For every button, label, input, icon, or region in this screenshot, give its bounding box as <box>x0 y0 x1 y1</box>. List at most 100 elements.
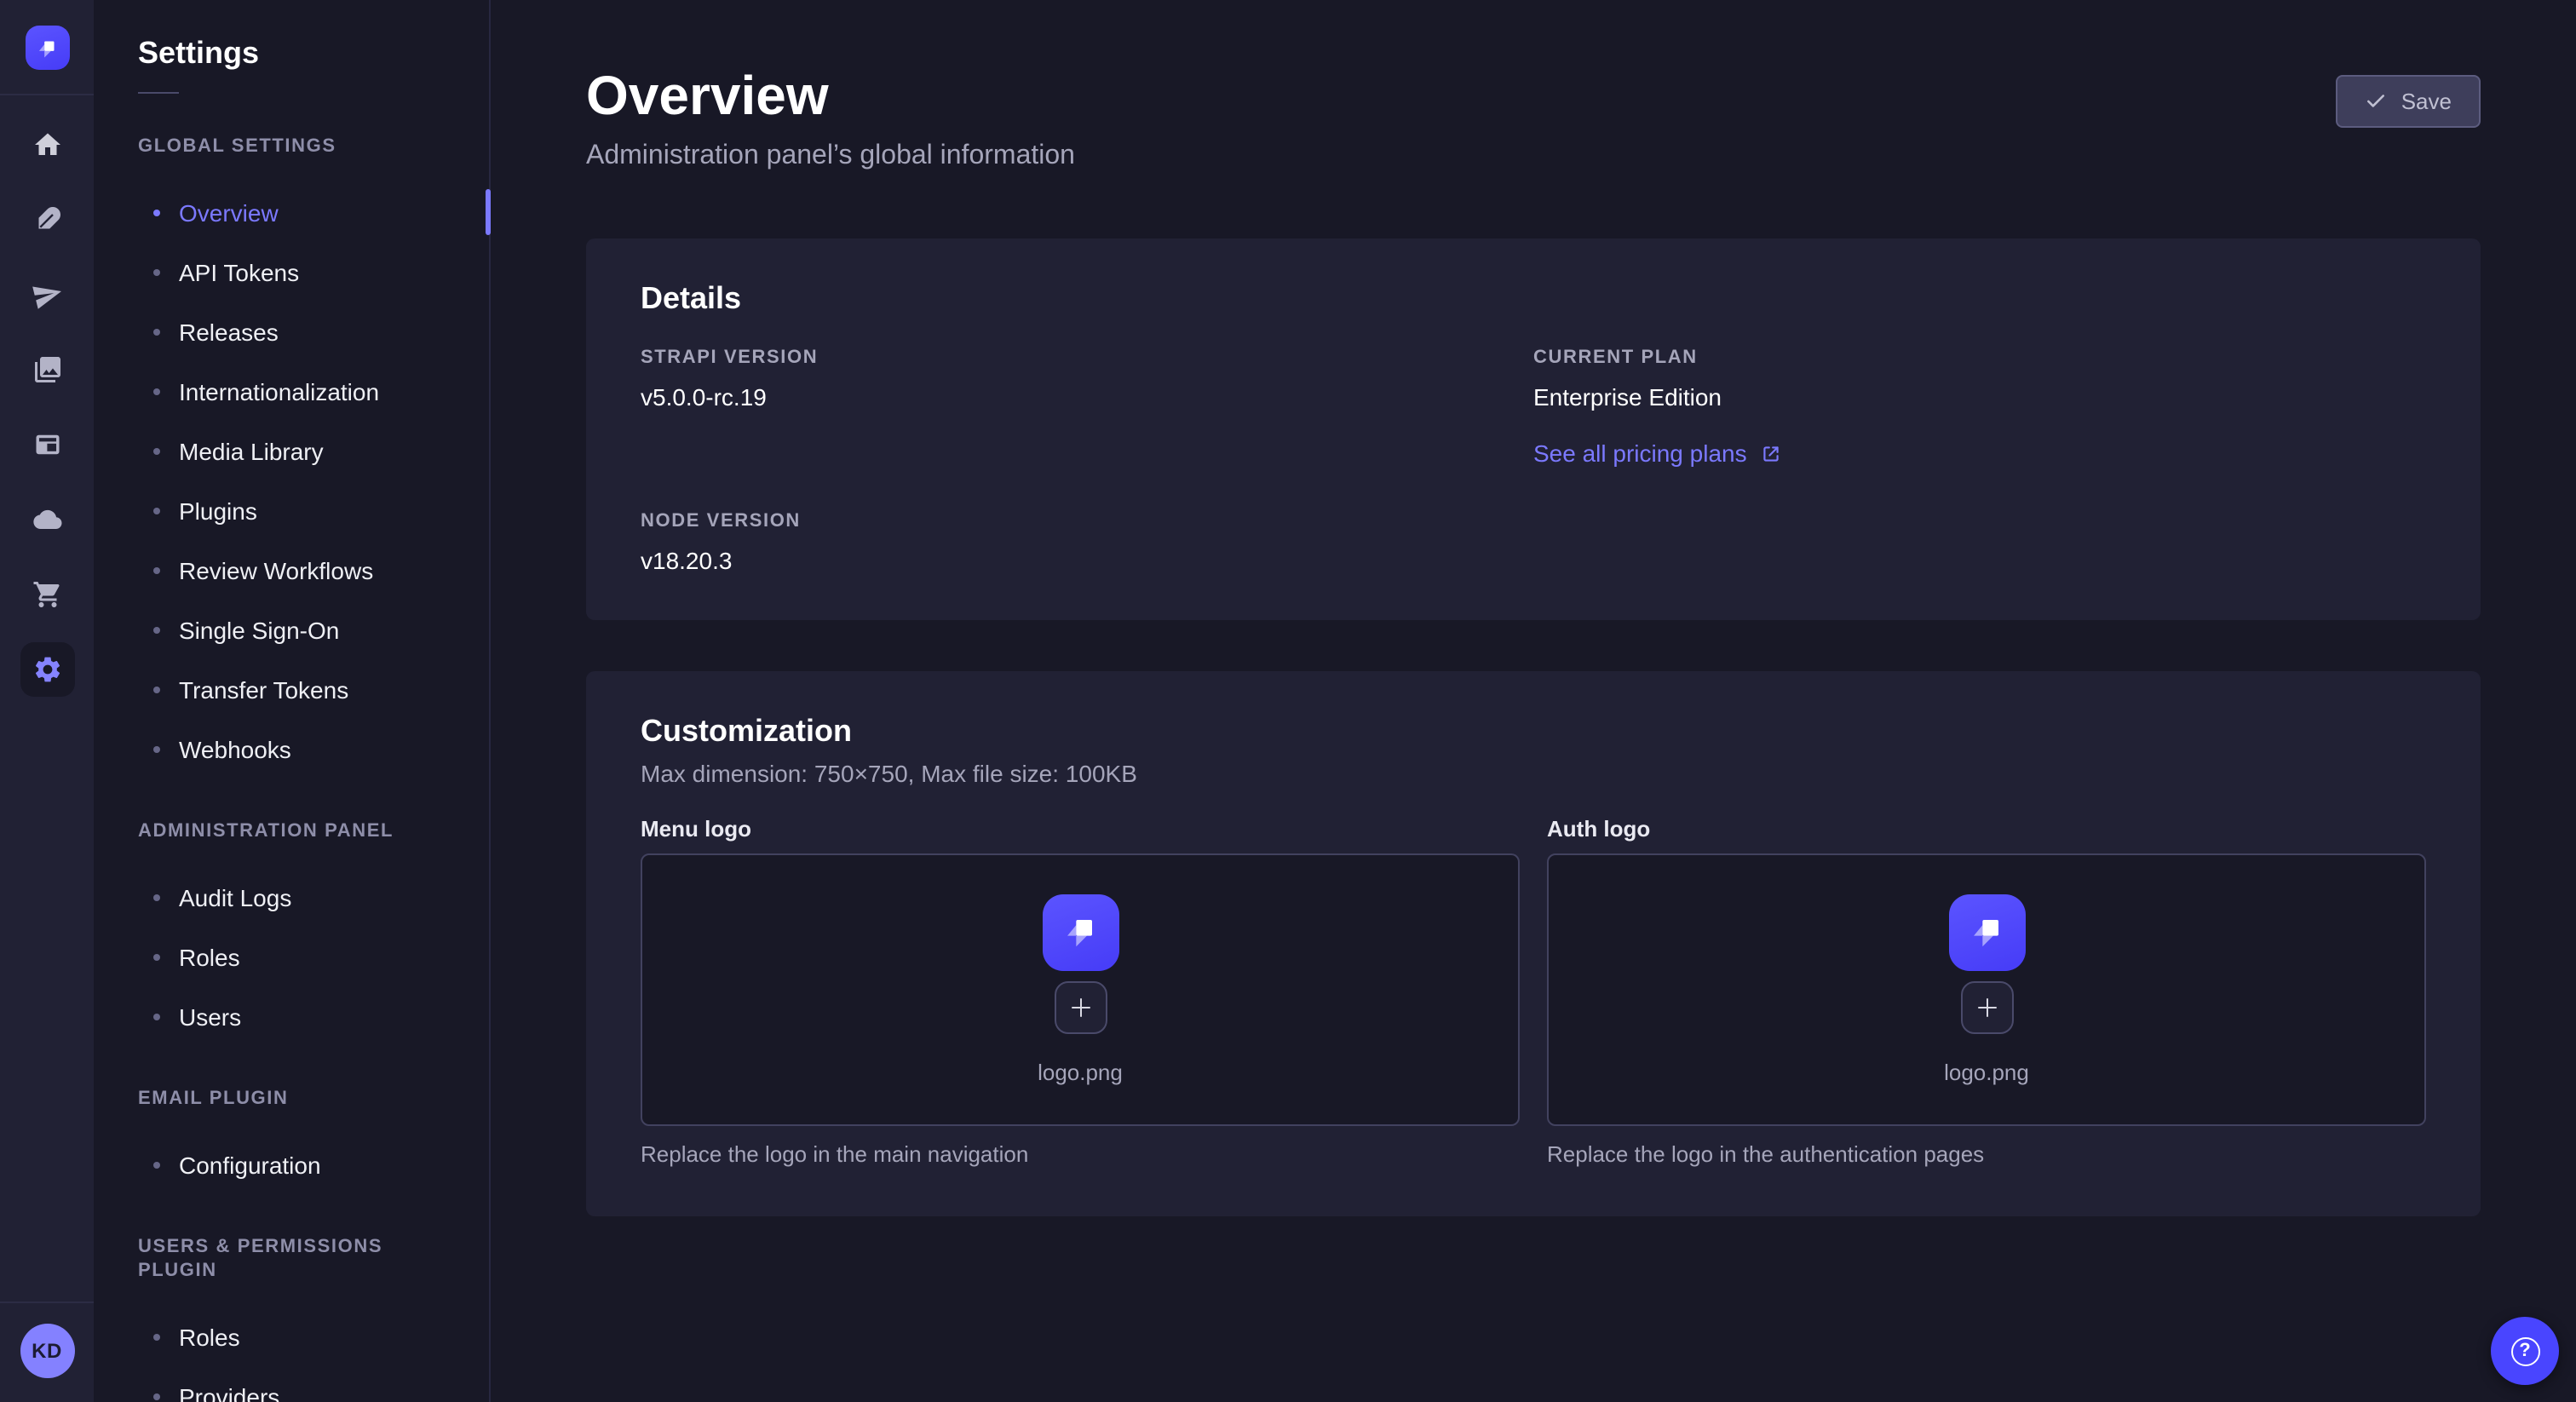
bullet-icon <box>153 1333 160 1340</box>
strapi-version-field: STRAPI VERSION v5.0.0-rc.19 <box>641 348 1533 470</box>
auth-logo-field: Auth logo logo.png <box>1547 816 2426 1169</box>
subnav-title-divider <box>138 92 179 94</box>
bullet-icon <box>153 328 160 335</box>
auth-logo-add-button[interactable] <box>1960 980 2013 1033</box>
current-plan-field: CURRENT PLAN Enterprise Edition See all … <box>1533 348 2426 470</box>
sidebar-item-admin-roles[interactable]: Roles <box>94 927 489 986</box>
bullet-icon <box>153 388 160 394</box>
section-header-administration-panel: ADMINISTRATION PANEL <box>138 819 445 843</box>
rail-nav-icons <box>20 118 74 697</box>
page-header: Overview Administration panel’s global i… <box>586 65 2481 174</box>
menu-logo-field: Menu logo logo.png <box>641 816 1520 1169</box>
section-header-users-permissions-plugin: USERS & PERMISSIONS PLUGIN <box>138 1235 445 1283</box>
auth-logo-filename: logo.png <box>1944 1059 2029 1086</box>
menu-logo-filename: logo.png <box>1038 1059 1123 1086</box>
section-list-administration-panel: Audit Logs Roles Users <box>94 867 489 1046</box>
auth-logo-dropzone[interactable]: logo.png <box>1547 853 2426 1126</box>
sidebar-item-transfer-tokens[interactable]: Transfer Tokens <box>94 659 489 719</box>
current-plan-label: CURRENT PLAN <box>1533 348 2426 370</box>
strapi-admin-window: KD Settings GLOBAL SETTINGS Overview API… <box>0 0 2576 1402</box>
main-content: Overview Administration panel’s global i… <box>491 0 2576 1402</box>
save-button-label: Save <box>2401 89 2452 114</box>
sidebar-item-webhooks[interactable]: Webhooks <box>94 719 489 779</box>
page-subtitle: Administration panel’s global informatio… <box>586 140 1075 174</box>
bullet-icon <box>153 626 160 633</box>
details-grid-empty-cell <box>1533 511 2426 576</box>
bullet-icon <box>153 566 160 573</box>
node-version-field: NODE VERSION v18.20.3 <box>641 511 1533 576</box>
menu-logo-dropzone[interactable]: logo.png <box>641 853 1520 1126</box>
cloud-icon[interactable] <box>20 492 74 547</box>
bullet-icon <box>153 447 160 454</box>
feather-content-icon[interactable] <box>20 192 74 247</box>
details-grid: STRAPI VERSION v5.0.0-rc.19 CURRENT PLAN… <box>641 348 2426 576</box>
pricing-plans-link-label: See all pricing plans <box>1533 440 1747 467</box>
bullet-icon <box>153 1393 160 1399</box>
home-icon[interactable] <box>20 118 74 172</box>
sidebar-item-media-library[interactable]: Media Library <box>94 421 489 480</box>
customization-card: Customization Max dimension: 750×750, Ma… <box>586 671 2481 1216</box>
external-link-icon <box>1761 442 1783 464</box>
page-title: Overview <box>586 65 1075 126</box>
strapi-version-label: STRAPI VERSION <box>641 348 1533 370</box>
bullet-icon <box>153 507 160 514</box>
sidebar-item-admin-users[interactable]: Users <box>94 986 489 1046</box>
current-plan-value: Enterprise Edition <box>1533 382 2426 412</box>
settings-subnav: Settings GLOBAL SETTINGS Overview API To… <box>94 0 491 1402</box>
sidebar-item-up-roles[interactable]: Roles <box>94 1307 489 1366</box>
check-icon <box>2366 90 2388 112</box>
help-icon: ? <box>2510 1336 2539 1365</box>
paper-plane-icon[interactable] <box>20 267 74 322</box>
bullet-icon <box>153 1013 160 1020</box>
help-button[interactable]: ? <box>2491 1317 2559 1385</box>
menu-logo-add-button[interactable] <box>1054 980 1107 1033</box>
bullet-icon <box>153 686 160 692</box>
logo-upload-grid: Menu logo logo.png <box>641 816 2426 1169</box>
section-list-users-permissions-plugin: Roles Providers <box>94 1307 489 1402</box>
customization-card-subtitle: Max dimension: 750×750, Max file size: 1… <box>641 758 2426 789</box>
sidebar-item-audit-logs[interactable]: Audit Logs <box>94 867 489 927</box>
bullet-icon <box>153 745 160 752</box>
auth-logo-hint: Replace the logo in the authentication p… <box>1547 1141 2426 1169</box>
section-header-global-settings: GLOBAL SETTINGS <box>138 135 445 158</box>
strapi-logo[interactable] <box>25 26 69 70</box>
save-button[interactable]: Save <box>2337 75 2481 128</box>
plus-icon <box>1974 994 1999 1020</box>
details-card-title: Details <box>641 279 2426 317</box>
menu-logo-label: Menu logo <box>641 816 1520 843</box>
node-version-label: NODE VERSION <box>641 511 1533 533</box>
section-list-global-settings: Overview API Tokens Releases Internation… <box>94 182 489 779</box>
rail-divider-top <box>0 94 94 95</box>
pricing-plans-link[interactable]: See all pricing plans <box>1533 440 1783 467</box>
rail-divider-bottom <box>0 1301 94 1303</box>
details-card: Details STRAPI VERSION v5.0.0-rc.19 CURR… <box>586 238 2481 620</box>
strapi-logo-glyph <box>1963 908 2010 956</box>
sidebar-item-single-sign-on[interactable]: Single Sign-On <box>94 600 489 659</box>
user-avatar[interactable]: KD <box>20 1324 74 1378</box>
strapi-logo-glyph <box>32 33 61 62</box>
strapi-version-value: v5.0.0-rc.19 <box>641 382 1533 412</box>
layout-icon[interactable] <box>20 417 74 472</box>
cart-marketplace-icon[interactable] <box>20 567 74 622</box>
auth-logo-label: Auth logo <box>1547 816 2426 843</box>
sidebar-item-review-workflows[interactable]: Review Workflows <box>94 540 489 600</box>
sidebar-item-overview[interactable]: Overview <box>94 182 489 242</box>
gear-settings-icon[interactable] <box>20 642 74 697</box>
bullet-icon <box>153 268 160 275</box>
subnav-title: Settings <box>138 34 489 72</box>
section-list-email-plugin: Configuration <box>94 1135 489 1194</box>
menu-logo-preview <box>1042 893 1118 970</box>
sidebar-item-plugins[interactable]: Plugins <box>94 480 489 540</box>
sidebar-item-up-providers[interactable]: Providers <box>94 1366 489 1402</box>
bullet-icon <box>153 1161 160 1168</box>
main-nav-rail: KD <box>0 0 94 1402</box>
sidebar-item-releases[interactable]: Releases <box>94 302 489 361</box>
bullet-icon <box>153 953 160 960</box>
media-library-icon[interactable] <box>20 342 74 397</box>
sidebar-item-api-tokens[interactable]: API Tokens <box>94 242 489 302</box>
sidebar-item-internationalization[interactable]: Internationalization <box>94 361 489 421</box>
strapi-logo-glyph <box>1056 908 1104 956</box>
sidebar-item-email-configuration[interactable]: Configuration <box>94 1135 489 1194</box>
bullet-icon <box>153 209 160 215</box>
bullet-icon <box>153 893 160 900</box>
